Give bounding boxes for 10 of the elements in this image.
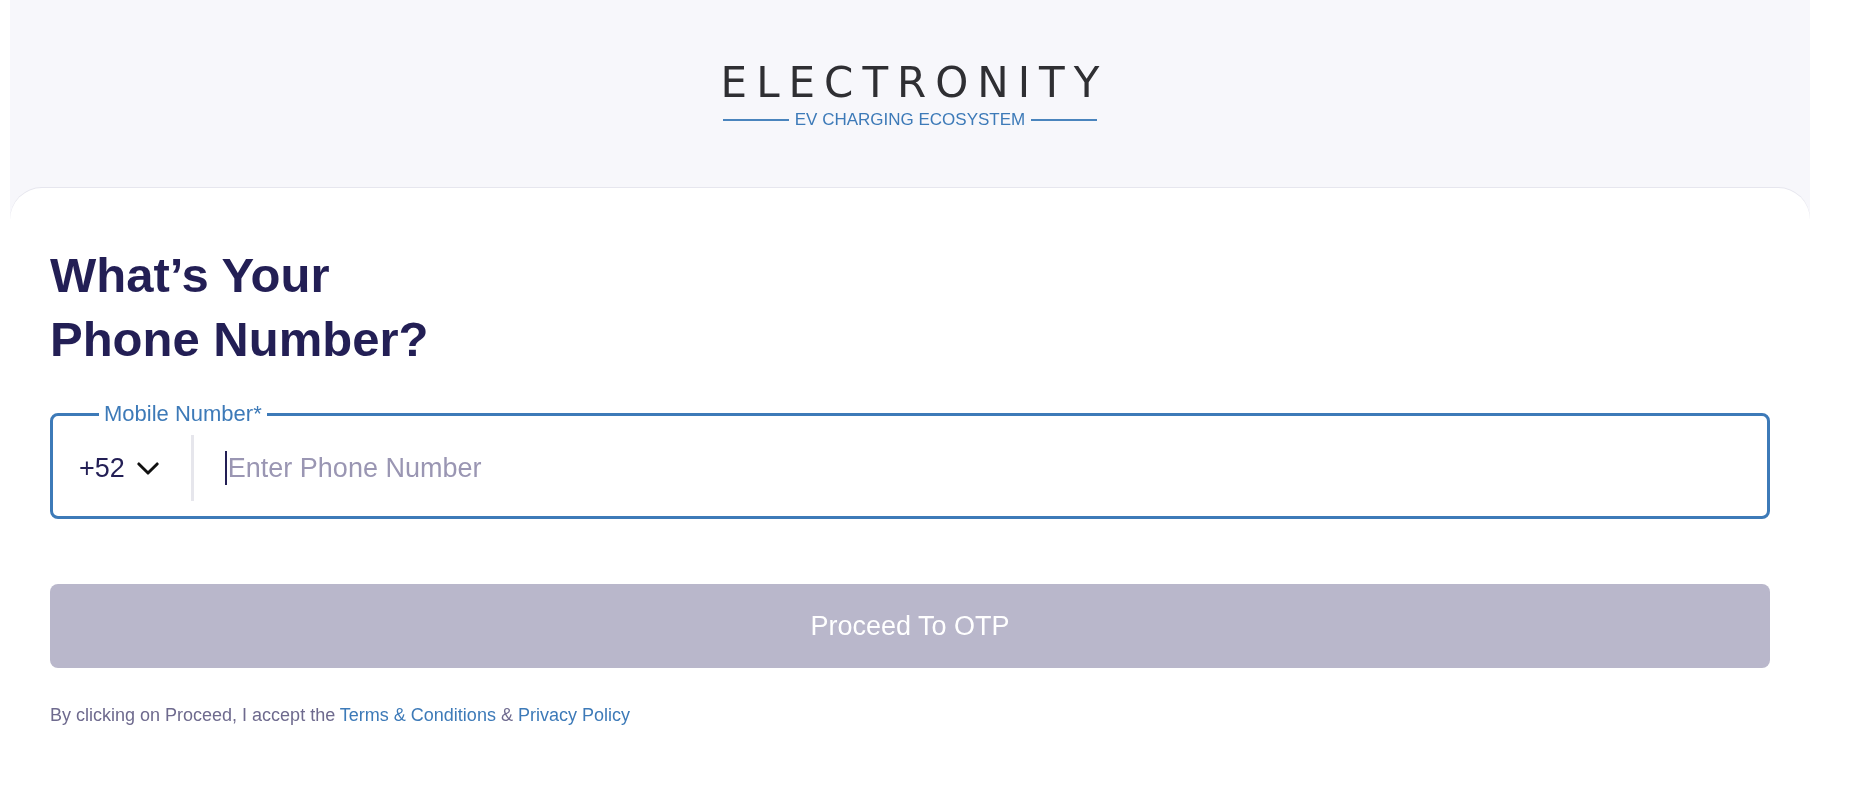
page-heading: What’s Your Phone Number?	[50, 247, 430, 368]
policy-link[interactable]: Terms & Conditions	[339, 705, 496, 725]
logo-wordmark: ELECTRONITY	[720, 58, 1109, 108]
policy-link[interactable]: Privacy Policy	[517, 705, 630, 725]
logo-tagline: EV CHARGING ECOSYSTEM	[794, 110, 1026, 130]
consent-text: By clicking on Proceed, I accept the Terms & Conditions & Privacy Policy	[50, 704, 631, 726]
chevron-down-icon	[136, 461, 159, 475]
text-cursor	[224, 451, 227, 485]
country-code-dropdown[interactable]: +52	[79, 448, 159, 488]
field-label: Mobile Number*	[103, 401, 263, 427]
